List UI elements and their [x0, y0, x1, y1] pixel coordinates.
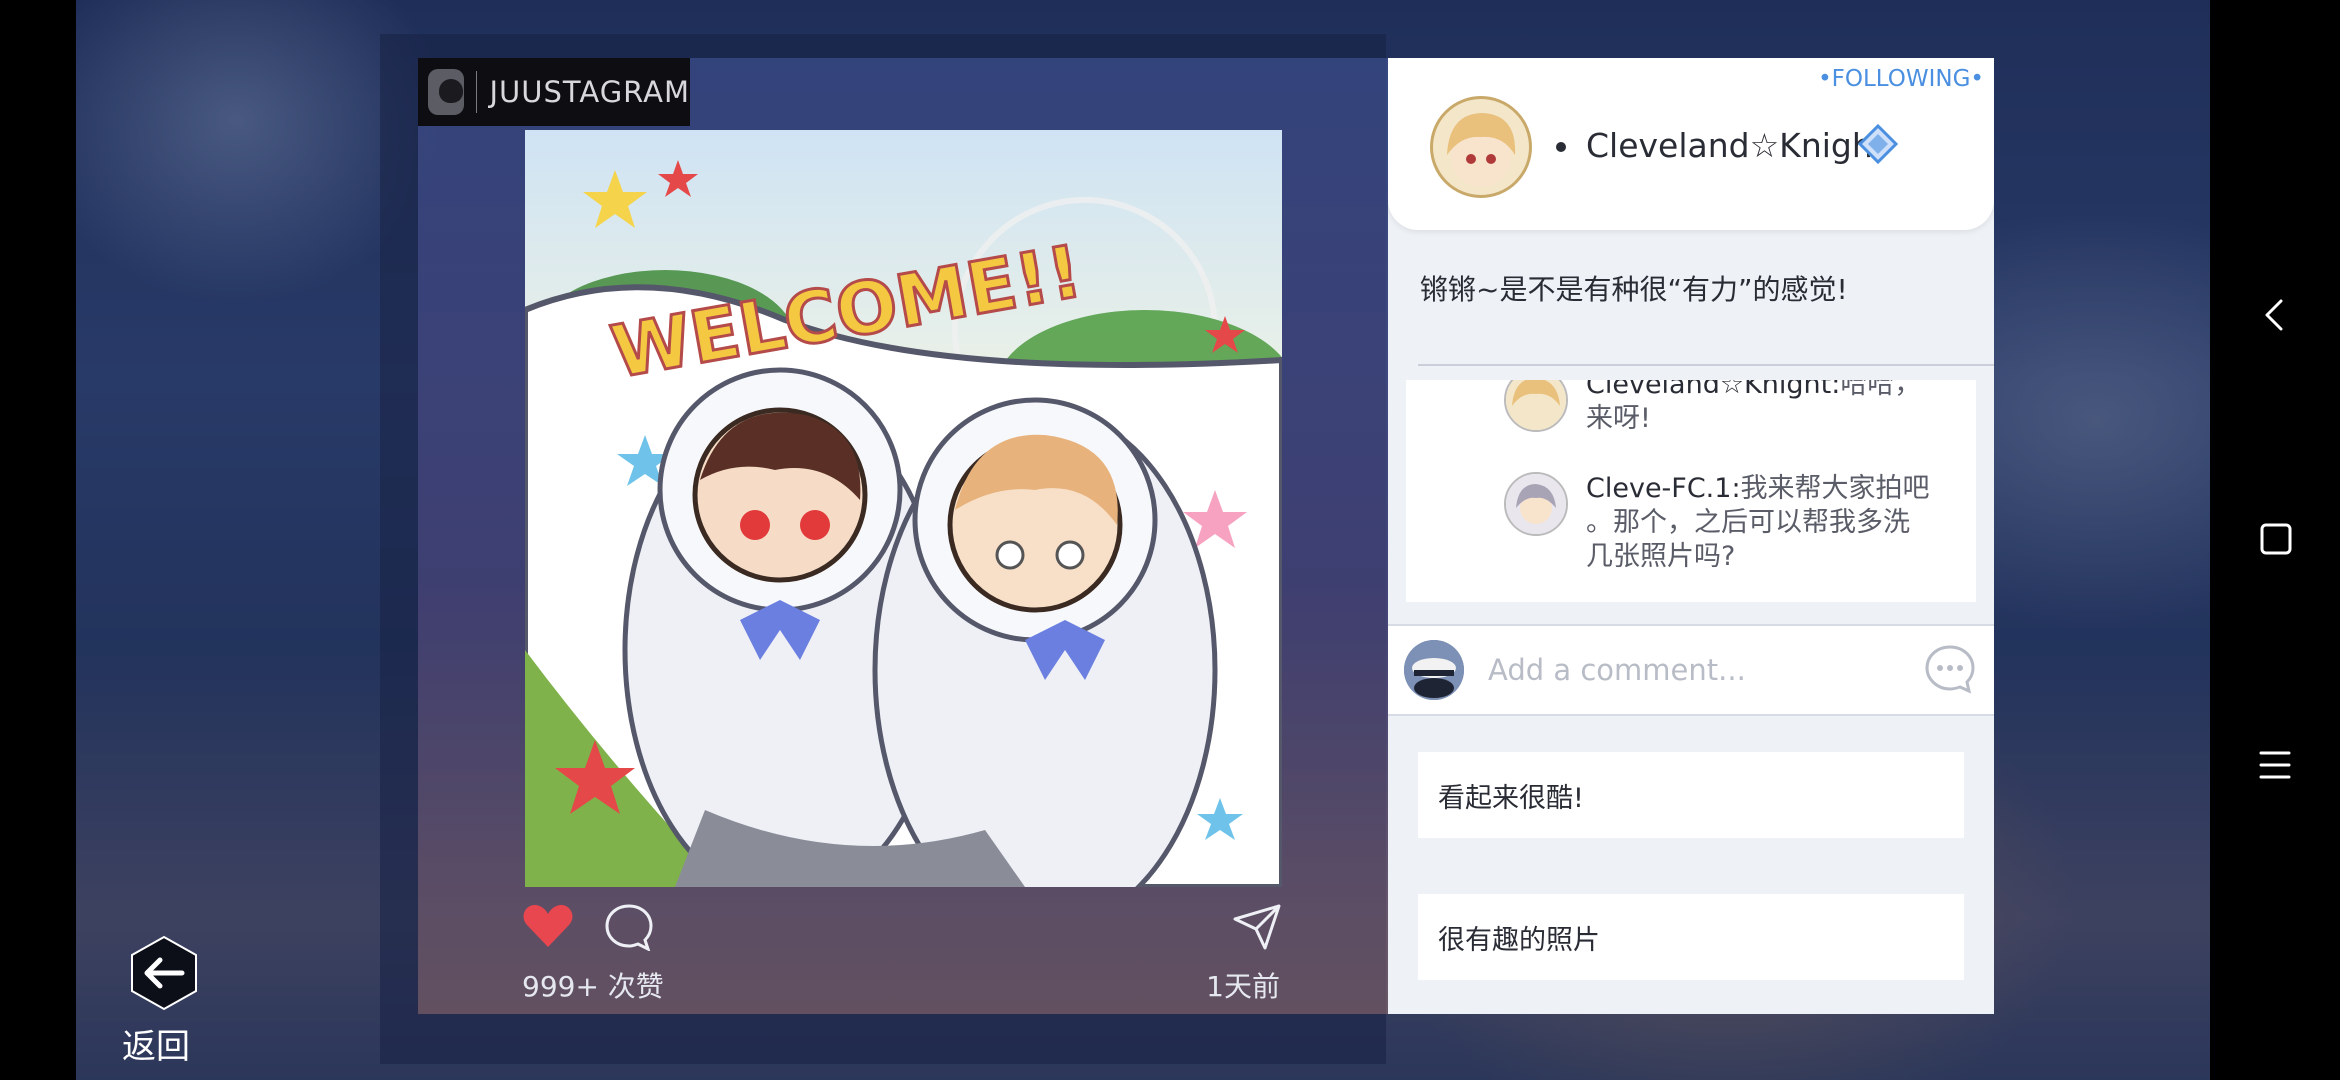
- bullet-dot: [1556, 142, 1566, 152]
- comment-input[interactable]: [1486, 644, 1910, 696]
- comment-input-row: [1388, 624, 1994, 716]
- back-label: 返回: [122, 1027, 190, 1067]
- brand-divider: [475, 71, 478, 113]
- verified-diamond-icon: [1858, 124, 1898, 164]
- quick-reply-button[interactable]: 很有趣的照片: [1418, 894, 1964, 980]
- nav-home-icon[interactable]: [2245, 510, 2305, 570]
- comment-body: 来呀!: [1586, 403, 1651, 434]
- my-avatar: [1404, 640, 1464, 700]
- system-nav-bar: [2210, 0, 2340, 1080]
- author-avatar[interactable]: [1430, 96, 1532, 198]
- comment-bubble-icon[interactable]: [604, 903, 654, 951]
- post-photo[interactable]: WELCOME!!: [525, 130, 1282, 887]
- quick-reply-button[interactable]: 看起来很酷!: [1418, 752, 1964, 838]
- comments-list[interactable]: Cleveland☆Knight:哈哈， 来呀! Cleve-FC.1:我来帮大…: [1406, 380, 1976, 602]
- app-brand-name: JUUSTAGRAM: [489, 75, 690, 109]
- author-card: •FOLLOWING• Cleveland☆Knight: [1388, 58, 1994, 230]
- post-time: 1天前: [1206, 970, 1280, 1003]
- app-logo-icon: [428, 69, 464, 115]
- nav-menu-icon[interactable]: [2245, 735, 2305, 795]
- following-badge[interactable]: •FOLLOWING•: [1818, 66, 1984, 92]
- app-brand: JUUSTAGRAM: [418, 58, 690, 126]
- comment-body: 我来帮大家拍吧: [1740, 473, 1930, 504]
- comment-text: Cleve-FC.1:我来帮大家拍吧 。那个，之后可以帮我多洗 几张照片吗?: [1586, 472, 1946, 574]
- author-name[interactable]: Cleveland☆Knight: [1586, 126, 1886, 165]
- back-arrow-icon: [131, 935, 197, 1011]
- share-send-icon[interactable]: [1232, 903, 1282, 951]
- back-button[interactable]: 返回: [120, 935, 210, 1067]
- like-heart-icon[interactable]: [522, 903, 574, 949]
- divider: [1418, 364, 1994, 366]
- comment-panel: •FOLLOWING• Cleveland☆Knight 锵锵~是不是有种很“有…: [1388, 58, 1994, 1014]
- comment-avatar: [1504, 472, 1568, 536]
- post-caption: 锵锵~是不是有种很“有力”的感觉!: [1420, 273, 1848, 306]
- comment-user[interactable]: Cleveland☆Knight:: [1586, 380, 1840, 400]
- post-actions: 999+ 次赞 1天前: [522, 903, 1282, 1008]
- post-card: JUUSTAGRAM WELCOME!! 999+ 次赞 1天前: [418, 58, 1388, 1014]
- likes-count: 999+ 次赞: [522, 970, 664, 1003]
- comment-body: 几张照片吗?: [1586, 541, 1736, 572]
- emoji-bubble-icon[interactable]: [1924, 644, 1976, 694]
- comment-text: Cleveland☆Knight:哈哈， 来呀!: [1586, 380, 1946, 436]
- comment-avatar: [1504, 380, 1568, 432]
- nav-back-icon[interactable]: [2245, 285, 2305, 345]
- comment-body: 哈哈，: [1840, 380, 1922, 400]
- comment-body: 。那个，之后可以帮我多洗: [1586, 507, 1910, 538]
- comment-user[interactable]: Cleve-FC.1:: [1586, 473, 1741, 504]
